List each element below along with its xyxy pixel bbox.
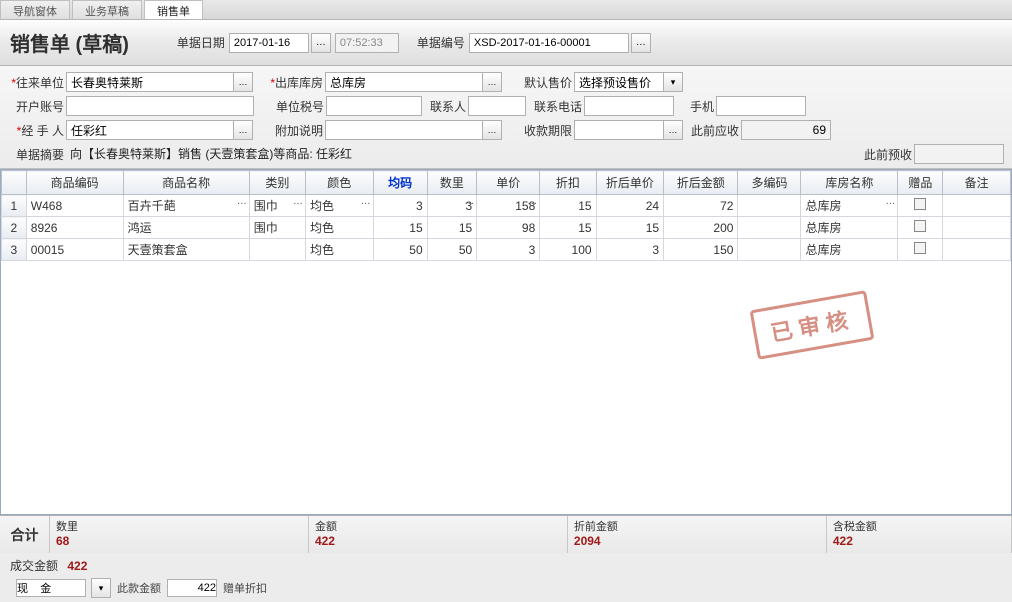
payamount-input[interactable]: [167, 579, 217, 597]
partner-label: 往来单位: [8, 74, 64, 91]
paytype-dropdown-btn[interactable]: ▾: [91, 578, 111, 598]
summary-label: 单据摘要: [8, 146, 64, 163]
deal-value: 422: [67, 559, 87, 573]
col-header[interactable]: 折扣: [540, 171, 596, 195]
extra-input[interactable]: [325, 120, 483, 140]
table-row[interactable]: 300015天壹策套盒均色505031003150总库房: [2, 239, 1011, 261]
due-label: 收款期限: [516, 122, 572, 139]
partner-lookup-btn[interactable]: …: [233, 72, 253, 92]
defprice-input[interactable]: [574, 72, 664, 92]
gift-checkbox[interactable]: [914, 220, 926, 232]
summary-text: 向【长春奥特莱斯】销售 (天壹策套盒)等商品: 任彩红: [66, 143, 856, 166]
tab-bar: 导航窗体业务草稿销售单: [0, 0, 1012, 20]
prevpre-input: [914, 144, 1004, 164]
col-header[interactable]: 颜色: [306, 171, 374, 195]
total-preamount: 折前金额2094: [568, 516, 827, 553]
date-picker-btn[interactable]: …: [311, 33, 331, 53]
contact-input[interactable]: [468, 96, 526, 116]
handler-label: 经 手 人: [8, 122, 64, 139]
docno-input[interactable]: [469, 33, 629, 53]
col-header[interactable]: 库房名称: [801, 171, 898, 195]
col-header[interactable]: 折后单价: [596, 171, 664, 195]
table-row[interactable]: 28926鸿运围巾均色1515981515200总库房: [2, 217, 1011, 239]
outwh-label: 出库库房: [267, 74, 323, 91]
defprice-dropdown-btn[interactable]: ▾: [663, 72, 683, 92]
time-input: [335, 33, 399, 53]
col-header[interactable]: [2, 171, 27, 195]
col-header[interactable]: 商品编码: [26, 171, 123, 195]
phone-input[interactable]: [584, 96, 674, 116]
approved-stamp: 已审核: [750, 290, 875, 360]
gift-checkbox[interactable]: [914, 198, 926, 210]
extra-lookup-btn[interactable]: …: [482, 120, 502, 140]
deal-label: 成交金额: [10, 559, 58, 573]
phone-label: 联系电话: [526, 98, 582, 115]
total-qty: 数里68: [50, 516, 309, 553]
col-header[interactable]: 折后金额: [664, 171, 738, 195]
doc-header: 销售单 (草稿) 单据日期 … 单据编号 …: [0, 20, 1012, 66]
outwh-lookup-btn[interactable]: …: [482, 72, 502, 92]
prevpre-label: 此前预收: [856, 146, 912, 163]
date-label: 单据日期: [177, 34, 225, 51]
form-area: 往来单位 … 出库库房 … 默认售价 ▾ 开户账号 单位税号 联系人 联系电话 …: [0, 66, 1012, 169]
gift-checkbox[interactable]: [914, 242, 926, 254]
docno-label: 单据编号: [417, 34, 465, 51]
defprice-label: 默认售价: [516, 74, 572, 91]
col-header[interactable]: 类别: [249, 171, 305, 195]
outwh-input[interactable]: [325, 72, 483, 92]
line-grid[interactable]: 商品编码商品名称类别颜色均码数里单价折扣折后单价折后金额多编码库房名称赠品备注 …: [0, 169, 1012, 515]
col-header[interactable]: 赠品: [898, 171, 943, 195]
bank-input[interactable]: [66, 96, 254, 116]
due-input[interactable]: [574, 120, 664, 140]
mobile-input[interactable]: [716, 96, 806, 116]
tax-input[interactable]: [326, 96, 422, 116]
contact-label: 联系人: [422, 98, 466, 115]
tab-0[interactable]: 导航窗体: [0, 0, 70, 19]
col-header[interactable]: 均码: [373, 171, 427, 195]
extra-label: 附加说明: [267, 122, 323, 139]
bank-label: 开户账号: [8, 98, 64, 115]
due-picker-btn[interactable]: …: [663, 120, 683, 140]
totals-bar: 合计 数里68 金额422 折前金额2094 含税金额422: [0, 515, 1012, 553]
mobile-label: 手机: [674, 98, 714, 115]
page-title: 销售单 (草稿): [10, 28, 129, 57]
tab-2[interactable]: 销售单: [144, 0, 203, 19]
date-input[interactable]: [229, 33, 309, 53]
prevrecv-label: 此前应收: [683, 122, 739, 139]
docno-lookup-btn[interactable]: …: [631, 33, 651, 53]
paytype-input[interactable]: [16, 579, 86, 597]
total-taxamount: 含税金额422: [827, 516, 1012, 553]
prevrecv-input: [741, 120, 831, 140]
col-header[interactable]: 商品名称: [123, 171, 249, 195]
handler-input[interactable]: [66, 120, 234, 140]
col-header[interactable]: 多编码: [738, 171, 801, 195]
total-amount: 金额422: [309, 516, 568, 553]
table-row[interactable]: 1W468百卉千葩围巾均色33158152472总库房: [2, 195, 1011, 217]
tab-1[interactable]: 业务草稿: [72, 0, 142, 19]
col-header[interactable]: 备注: [943, 171, 1011, 195]
tax-label: 单位税号: [268, 98, 324, 115]
col-header[interactable]: 数里: [427, 171, 477, 195]
col-header[interactable]: 单价: [477, 171, 540, 195]
totals-label: 合计: [0, 516, 50, 553]
handler-lookup-btn[interactable]: …: [233, 120, 253, 140]
partner-input[interactable]: [66, 72, 234, 92]
